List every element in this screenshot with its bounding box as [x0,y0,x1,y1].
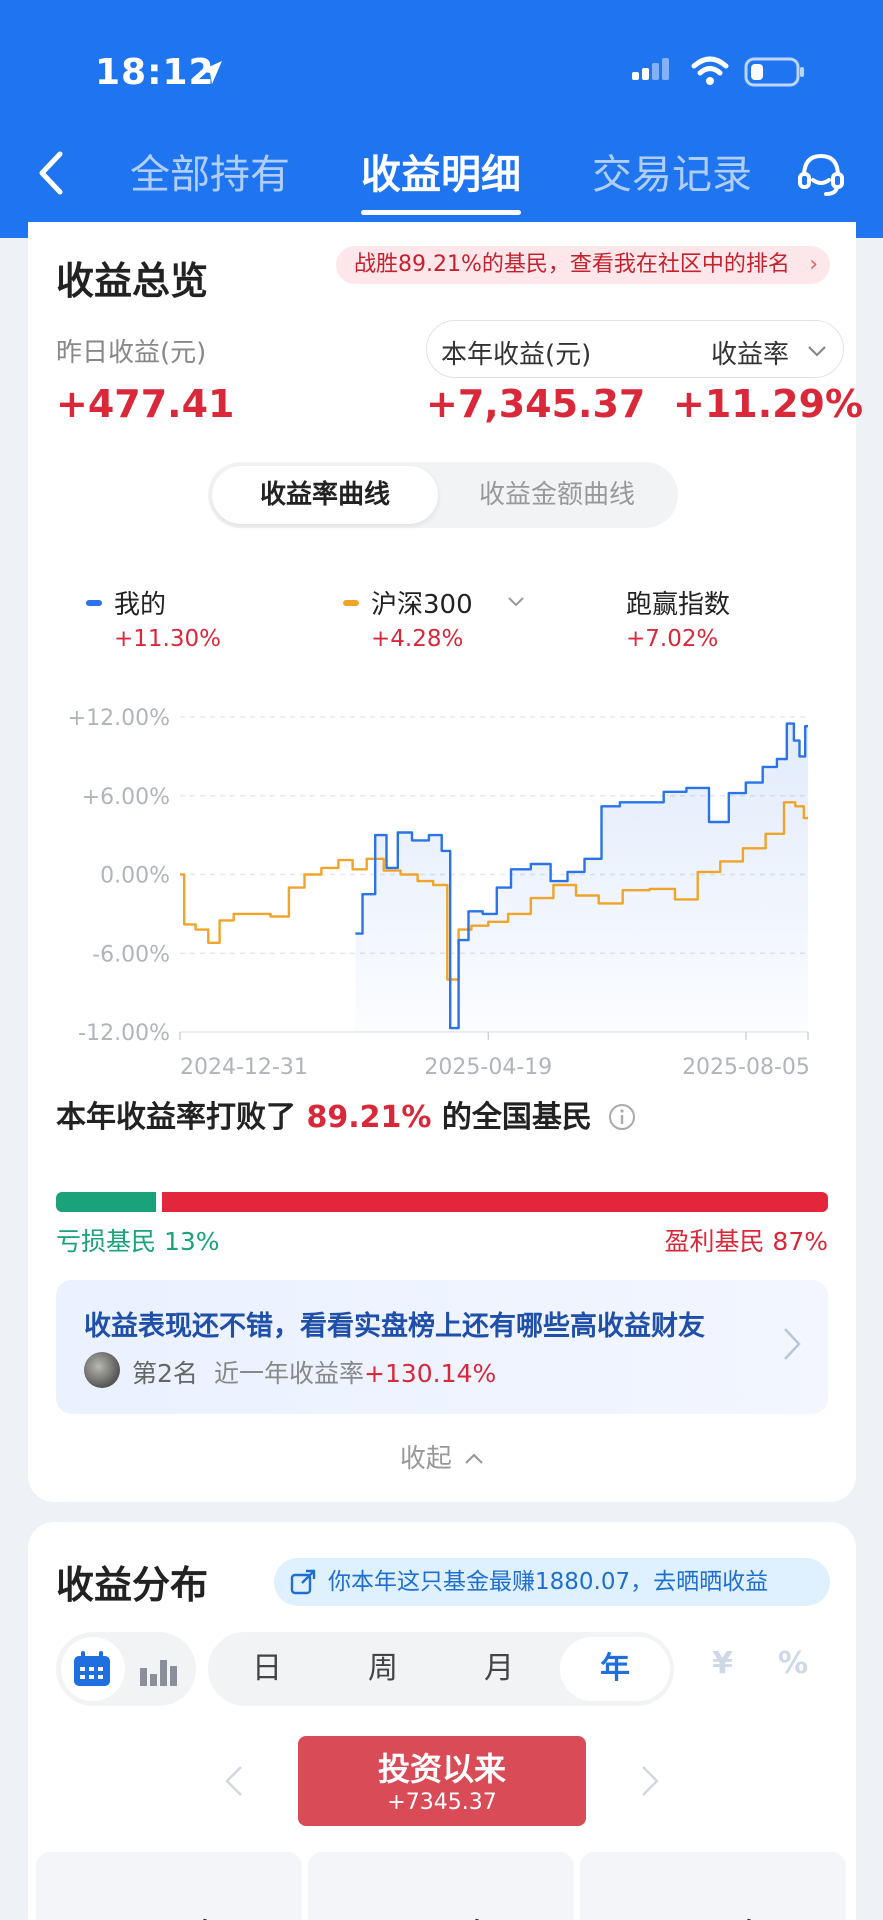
profit-ratio-fill [162,1192,828,1212]
chevron-up-icon [465,1453,483,1464]
period-year[interactable]: 年 [560,1637,670,1701]
earnings-distribution-card: 收益分布 你本年这只基金最赚1880.07，去晒晒收益 日 周 月 年 ¥ % … [28,1522,856,1920]
top-nav: 全部持有 收益明细 交易记录 [0,130,883,220]
battery-icon [744,57,804,87]
x-tick-label: 2024-12-31 [180,1055,308,1080]
collapse-label: 收起 [399,1444,452,1474]
wifi-icon [691,56,729,85]
x-tick-label: 2025-04-19 [424,1055,552,1080]
y-tick-label: +6.00% [82,785,170,810]
since-inception-value: +7345.37 [387,1790,497,1815]
calendar-icon [74,1651,110,1686]
profit-investors-label: 盈利基民 87% [664,1227,828,1256]
period-week[interactable]: 周 [328,1632,438,1706]
legend-hs300-value: +4.28% [371,626,464,652]
tab-earnings-detail[interactable]: 收益明细 [361,142,521,200]
distribution-title: 收益分布 [56,1563,209,1607]
y-tick-label: +12.00% [68,706,170,731]
info-icon[interactable] [608,1103,636,1131]
bar-chart-icon[interactable] [138,1652,178,1688]
tab-amount-curve[interactable]: 收益金额曲线 [444,466,670,524]
since-inception-title: 投资以来 [377,1750,506,1788]
unit-percent-toggle[interactable]: % [778,1646,808,1681]
year-earnings-label: 本年收益(元) [441,340,592,370]
period-selector: 日 周 月 年 [208,1632,674,1706]
curve-type-toggle: 收益率曲线 收益金额曲线 [208,462,678,528]
period-day[interactable]: 日 [212,1632,322,1706]
y-tick-label: -12.00% [78,1021,170,1046]
status-bar: 18:12 [0,48,883,98]
collapse-button[interactable]: 收起 [28,1438,856,1475]
beat-suffix: 的全国基民 [441,1100,592,1135]
y-tick-label: -6.00% [92,942,170,967]
legend-mine-swatch [86,600,102,606]
legend-hs300-label: 沪深300 [371,590,473,620]
back-chevron-icon[interactable] [32,148,72,198]
beat-percent: 89.21% [306,1100,432,1135]
customer-service-headset-icon[interactable] [796,148,846,198]
unit-yuan-toggle[interactable]: ¥ [712,1646,733,1681]
promo-subtitle: 近一年收益率+130.14% [214,1354,496,1390]
period-month[interactable]: 月 [444,1632,554,1706]
avatar [84,1352,120,1388]
x-tick-label: 2025-08-05 [682,1055,810,1080]
year-tile[interactable]: 2020年 [580,1852,846,1920]
legend-outperform-value: +7.02% [626,626,719,652]
chevron-down-icon [808,346,826,357]
year-earnings-selector[interactable]: 本年收益(元) 收益率 [426,320,844,378]
share-external-icon [290,1569,316,1595]
rate-label: 收益率 [711,340,790,370]
earnings-overview-card: 收益总览 战胜89.21%的基民，查看我在社区中的排名 › 昨日收益(元) +4… [28,222,863,1502]
share-banner-text: 你本年这只基金最赚1880.07，去晒晒收益 [328,1569,769,1595]
legend-mine-label: 我的 [114,590,167,620]
share-earnings-banner[interactable]: 你本年这只基金最赚1880.07，去晒晒收益 [274,1558,830,1606]
location-arrow-icon [200,61,222,84]
tab-rate-curve[interactable]: 收益率曲线 [212,466,438,524]
chevron-right-icon [784,1328,801,1360]
yesterday-earnings-value: +477.41 [56,382,235,426]
y-tick-label: 0.00% [100,864,170,889]
year-tile-label: 2018年 [36,1910,302,1920]
year-tile[interactable]: 2019年 [308,1852,574,1920]
app-header: 18:12 全部持有 收益明细 交易记录 [0,0,883,238]
community-rank-banner[interactable]: 战胜89.21%的基民，查看我在社区中的排名 › [336,246,830,284]
promo-sub-value: +130.14% [364,1359,497,1388]
return-rate-chart[interactable]: +12.00% +6.00% 0.00% -6.00% -12.00% 2024-12-3… [28,667,856,1087]
series-mine-area [355,723,808,1032]
rank-banner-text: 战胜89.21%的基民，查看我在社区中的排名 [354,252,790,277]
loss-ratio-fill [56,1192,157,1212]
chevron-right-icon: › [809,252,818,277]
tab-active-indicator [361,210,521,215]
tab-all-holdings[interactable]: 全部持有 [130,142,290,200]
rate-value: +11.29% [673,382,864,426]
loss-investors-label: 亏损基民 13% [56,1227,220,1256]
view-mode-toggle [56,1632,196,1706]
promo-title: 收益表现还不错，看看实盘榜上还有哪些高收益财友 [84,1311,705,1342]
beat-statement: 本年收益率打败了 89.21% 的全国基民 [56,1092,636,1136]
promo-rank: 第2名 [132,1359,198,1388]
year-earnings-value: +7,345.37 [426,382,646,426]
profit-loss-ratio-bar [56,1192,828,1212]
year-tile-label: 2019年 [308,1910,574,1920]
since-inception-button[interactable]: 投资以来 +7345.37 [298,1736,586,1826]
leaderboard-promo[interactable]: 收益表现还不错，看看实盘榜上还有哪些高收益财友 第2名 近一年收益率+130.1… [56,1280,828,1414]
year-tile[interactable]: 2018年 [36,1852,302,1920]
chevron-right-icon[interactable] [640,1764,660,1798]
legend-mine-value: +11.30% [114,626,221,652]
year-tile-label: 2020年 [580,1910,846,1920]
chevron-left-icon[interactable] [224,1764,244,1798]
tab-trade-records[interactable]: 交易记录 [592,142,752,200]
chevron-down-icon [508,597,524,607]
promo-sub-prefix: 近一年收益率 [214,1359,365,1388]
yesterday-earnings-label: 昨日收益(元) [56,338,207,368]
legend-hs300-swatch [343,600,359,606]
beat-prefix: 本年收益率打败了 [56,1100,296,1135]
legend-outperform-label: 跑赢指数 [626,590,731,620]
overview-title: 收益总览 [56,259,209,303]
cellular-signal-icon [632,58,669,80]
